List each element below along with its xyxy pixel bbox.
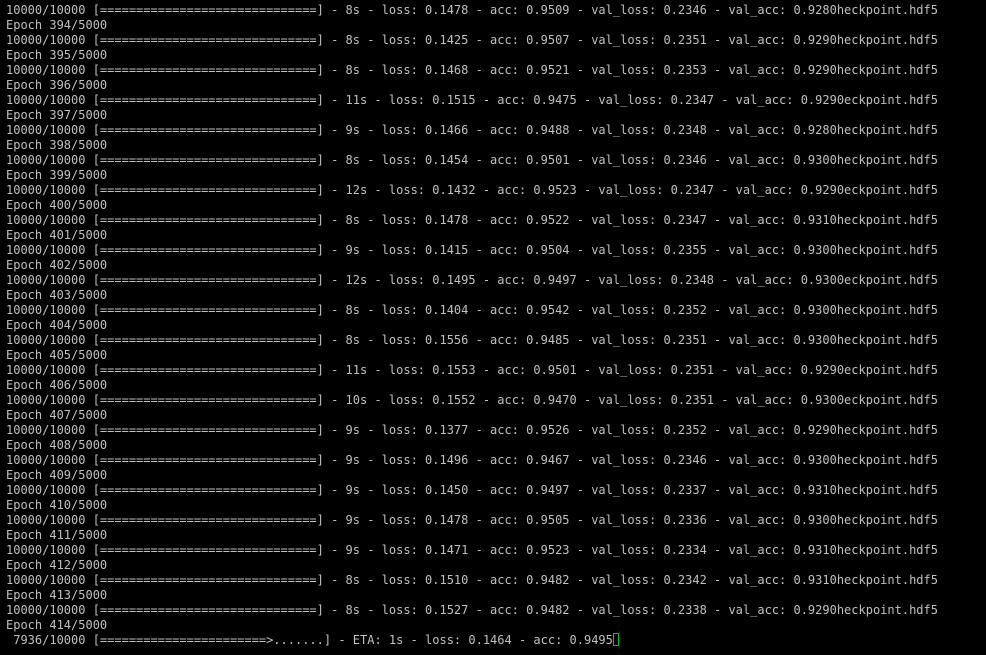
progress-result-line: 10000/10000 [===========================… xyxy=(6,153,938,167)
epoch-line: Epoch 408/5000 xyxy=(6,438,108,452)
progress-result-line: 10000/10000 [===========================… xyxy=(6,243,938,257)
progress-result-line: 10000/10000 [===========================… xyxy=(6,303,938,317)
terminal-window[interactable]: 10000/10000 [===========================… xyxy=(0,0,986,655)
epoch-line: Epoch 406/5000 xyxy=(6,378,108,392)
progress-result-line: 10000/10000 [===========================… xyxy=(6,33,938,47)
progress-result-line: 10000/10000 [===========================… xyxy=(6,123,938,137)
epoch-line: Epoch 399/5000 xyxy=(6,168,108,182)
progress-result-line: 10000/10000 [===========================… xyxy=(6,333,938,347)
progress-result-line: 10000/10000 [===========================… xyxy=(6,423,938,437)
progress-result-line: 10000/10000 [===========================… xyxy=(6,573,938,587)
epoch-line: Epoch 397/5000 xyxy=(6,108,108,122)
epoch-line: Epoch 410/5000 xyxy=(6,498,108,512)
epoch-line: Epoch 402/5000 xyxy=(6,258,108,272)
progress-result-line: 10000/10000 [===========================… xyxy=(6,93,938,107)
epoch-line: Epoch 411/5000 xyxy=(6,528,108,542)
progress-result-line: 10000/10000 [===========================… xyxy=(6,273,938,287)
epoch-line: Epoch 404/5000 xyxy=(6,318,108,332)
progress-result-line: 10000/10000 [===========================… xyxy=(6,363,938,377)
epoch-line: Epoch 403/5000 xyxy=(6,288,108,302)
progress-result-line: 10000/10000 [===========================… xyxy=(6,393,938,407)
epoch-line: Epoch 396/5000 xyxy=(6,78,108,92)
epoch-line: Epoch 414/5000 xyxy=(6,618,108,632)
block-cursor-icon xyxy=(612,633,619,646)
epoch-line: Epoch 412/5000 xyxy=(6,558,108,572)
progress-text: 7936/10000 [=======================>....… xyxy=(6,633,613,647)
epoch-line: Epoch 398/5000 xyxy=(6,138,108,152)
progress-result-line: 10000/10000 [===========================… xyxy=(6,603,938,617)
progress-result-line: 10000/10000 [===========================… xyxy=(6,63,938,77)
epoch-line: Epoch 395/5000 xyxy=(6,48,108,62)
progress-result-line: 10000/10000 [===========================… xyxy=(6,483,938,497)
progress-result-line: 10000/10000 [===========================… xyxy=(6,513,938,527)
epoch-line: Epoch 409/5000 xyxy=(6,468,108,482)
progress-result-line: 10000/10000 [===========================… xyxy=(6,213,938,227)
epoch-line: Epoch 400/5000 xyxy=(6,198,108,212)
progress-result-line: 10000/10000 [===========================… xyxy=(6,183,938,197)
terminal-output: 10000/10000 [===========================… xyxy=(0,3,986,633)
progress-line: 7936/10000 [=======================>....… xyxy=(0,633,986,648)
progress-result-line: 10000/10000 [===========================… xyxy=(6,453,938,467)
progress-result-line: 10000/10000 [===========================… xyxy=(6,543,938,557)
epoch-line: Epoch 394/5000 xyxy=(6,18,108,32)
progress-result-line: 10000/10000 [===========================… xyxy=(6,3,938,17)
epoch-line: Epoch 401/5000 xyxy=(6,228,108,242)
epoch-line: Epoch 413/5000 xyxy=(6,588,108,602)
epoch-line: Epoch 407/5000 xyxy=(6,408,108,422)
epoch-line: Epoch 405/5000 xyxy=(6,348,108,362)
